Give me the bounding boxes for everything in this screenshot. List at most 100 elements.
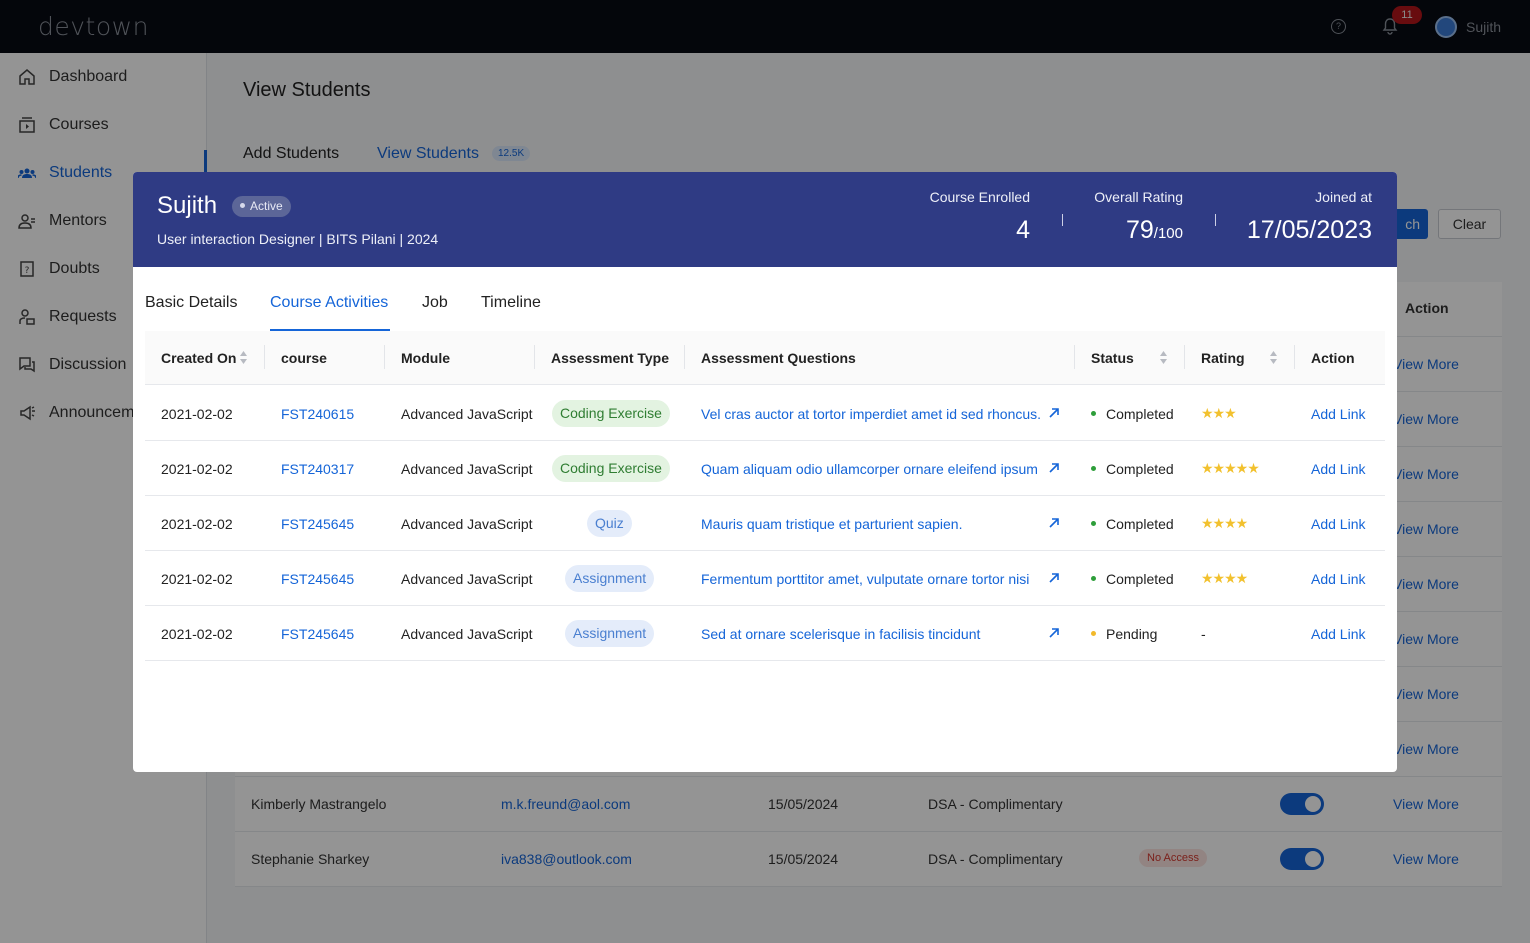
course-enrolled-value: 4 — [1016, 216, 1030, 244]
rating-score: 79 — [1125, 216, 1154, 244]
external-link-icon[interactable] — [1048, 572, 1060, 584]
created-on-cell: 2021-02-02 — [161, 571, 233, 587]
status-label: Completed — [1106, 516, 1174, 532]
rating-stars: ★★★★ — [1201, 515, 1248, 531]
tab-job[interactable]: Job — [422, 294, 448, 312]
status-dot — [1091, 575, 1096, 581]
assessment-question-link[interactable]: Quam aliquam odio ullamcorper ornare ele… — [701, 461, 1038, 477]
status-dot — [1091, 630, 1096, 636]
course-link[interactable]: FST245645 — [281, 571, 354, 587]
status-label: Completed — [1106, 571, 1174, 587]
assessment-question-link[interactable]: Mauris quam tristique et parturient sapi… — [701, 516, 962, 532]
student-detail-modal: Sujith Active User interaction Designer … — [133, 172, 1397, 772]
module-cell: Advanced JavaScript — [401, 571, 533, 587]
column-separator — [384, 345, 385, 369]
column-header-module: Module — [401, 350, 450, 366]
add-link-button[interactable]: Add Link — [1311, 406, 1365, 422]
add-link-button[interactable]: Add Link — [1311, 516, 1365, 532]
course-link[interactable]: FST240615 — [281, 406, 354, 422]
table-header: Created On course Module Assessment Type… — [145, 331, 1385, 385]
assessment-question-link[interactable]: Vel cras auctor at tortor imperdiet amet… — [701, 406, 1041, 422]
module-cell: Advanced JavaScript — [401, 461, 533, 477]
external-link-icon[interactable] — [1048, 627, 1060, 639]
rating-stars: - — [1201, 626, 1206, 642]
status-label: Pending — [1106, 626, 1158, 642]
module-cell: Advanced JavaScript — [401, 406, 533, 422]
status-label: Active — [250, 199, 283, 213]
rating-stars: ★★★ — [1201, 405, 1237, 421]
status-badge: Active — [232, 196, 291, 217]
created-on-cell: 2021-02-02 — [161, 406, 233, 422]
table-row: 2021-02-02 FST240615 Advanced JavaScript… — [145, 386, 1385, 441]
student-subtitle: User interaction Designer | BITS Pilani … — [157, 231, 439, 247]
column-header-status[interactable]: Status — [1091, 350, 1134, 366]
assessment-type-badge: Assignment — [565, 565, 655, 592]
status-dot — [1091, 410, 1096, 416]
column-header-course: course — [281, 350, 327, 366]
assessment-type-badge: Coding Exercise — [552, 455, 670, 482]
status-cell: Completed — [1091, 571, 1174, 587]
student-name: Sujith — [157, 192, 218, 219]
tab-basic-details[interactable]: Basic Details — [145, 294, 237, 312]
joined-label: Joined at — [1315, 189, 1372, 205]
status-dot — [1091, 520, 1096, 526]
overall-rating-value: 79/100 — [1126, 216, 1183, 245]
table-row: 2021-02-02 FST245645 Advanced JavaScript… — [145, 496, 1385, 551]
rating-max: /100 — [1153, 225, 1183, 242]
external-link-icon[interactable] — [1048, 517, 1060, 529]
modal-header: Sujith Active User interaction Designer … — [133, 172, 1397, 267]
tab-timeline[interactable]: Timeline — [481, 294, 541, 312]
status-cell: Completed — [1091, 516, 1174, 532]
column-separator — [1074, 345, 1075, 369]
assessment-type-badge: Assignment — [565, 620, 655, 647]
sort-icon[interactable] — [1269, 350, 1278, 365]
module-cell: Advanced JavaScript — [401, 516, 533, 532]
status-dot — [1091, 465, 1096, 471]
sort-icon[interactable] — [1159, 350, 1168, 365]
assessment-question-link[interactable]: Sed at ornare scelerisque in facilisis t… — [701, 626, 980, 642]
overall-rating-label: Overall Rating — [1094, 189, 1183, 205]
course-link[interactable]: FST245645 — [281, 516, 354, 532]
status-cell: Completed — [1091, 461, 1174, 477]
stat-divider — [1215, 214, 1216, 226]
module-cell: Advanced JavaScript — [401, 626, 533, 642]
course-enrolled-label: Course Enrolled — [929, 189, 1030, 205]
assessment-type-badge: Coding Exercise — [552, 400, 670, 427]
table-row: 2021-02-02 FST240317 Advanced JavaScript… — [145, 441, 1385, 496]
status-dot — [240, 203, 245, 209]
assessment-type-badge: Quiz — [587, 510, 632, 537]
created-on-cell: 2021-02-02 — [161, 516, 233, 532]
sort-icon[interactable] — [239, 350, 248, 365]
external-link-icon[interactable] — [1048, 462, 1060, 474]
status-label: Completed — [1106, 461, 1174, 477]
column-header-assessment-questions: Assessment Questions — [701, 350, 856, 366]
column-separator — [684, 345, 685, 369]
rating-stars: ★★★★ — [1201, 570, 1248, 586]
add-link-button[interactable]: Add Link — [1311, 626, 1365, 642]
table-row: 2021-02-02 FST245645 Advanced JavaScript… — [145, 551, 1385, 606]
table-row: 2021-02-02 FST245645 Advanced JavaScript… — [145, 606, 1385, 661]
add-link-button[interactable]: Add Link — [1311, 571, 1365, 587]
joined-value: 17/05/2023 — [1246, 216, 1372, 244]
created-on-cell: 2021-02-02 — [161, 626, 233, 642]
course-link[interactable]: FST245645 — [281, 626, 354, 642]
status-cell: Completed — [1091, 406, 1174, 422]
add-link-button[interactable]: Add Link — [1311, 461, 1365, 477]
tab-course-activities[interactable]: Course Activities — [270, 294, 388, 312]
column-separator — [1184, 345, 1185, 369]
created-on-cell: 2021-02-02 — [161, 461, 233, 477]
column-separator — [1294, 345, 1295, 369]
column-separator — [534, 345, 535, 369]
column-header-action: Action — [1311, 350, 1355, 366]
stat-divider — [1062, 214, 1063, 226]
status-label: Completed — [1106, 406, 1174, 422]
external-link-icon[interactable] — [1048, 407, 1060, 419]
column-header-rating[interactable]: Rating — [1201, 350, 1245, 366]
column-header-assessment-type: Assessment Type — [551, 350, 670, 366]
status-cell: Pending — [1091, 626, 1157, 642]
column-separator — [264, 345, 265, 369]
rating-stars: ★★★★★ — [1201, 460, 1260, 476]
course-link[interactable]: FST240317 — [281, 461, 354, 477]
column-header-created-on[interactable]: Created On — [161, 350, 236, 366]
assessment-question-link[interactable]: Fermentum porttitor amet, vulputate orna… — [701, 571, 1029, 587]
